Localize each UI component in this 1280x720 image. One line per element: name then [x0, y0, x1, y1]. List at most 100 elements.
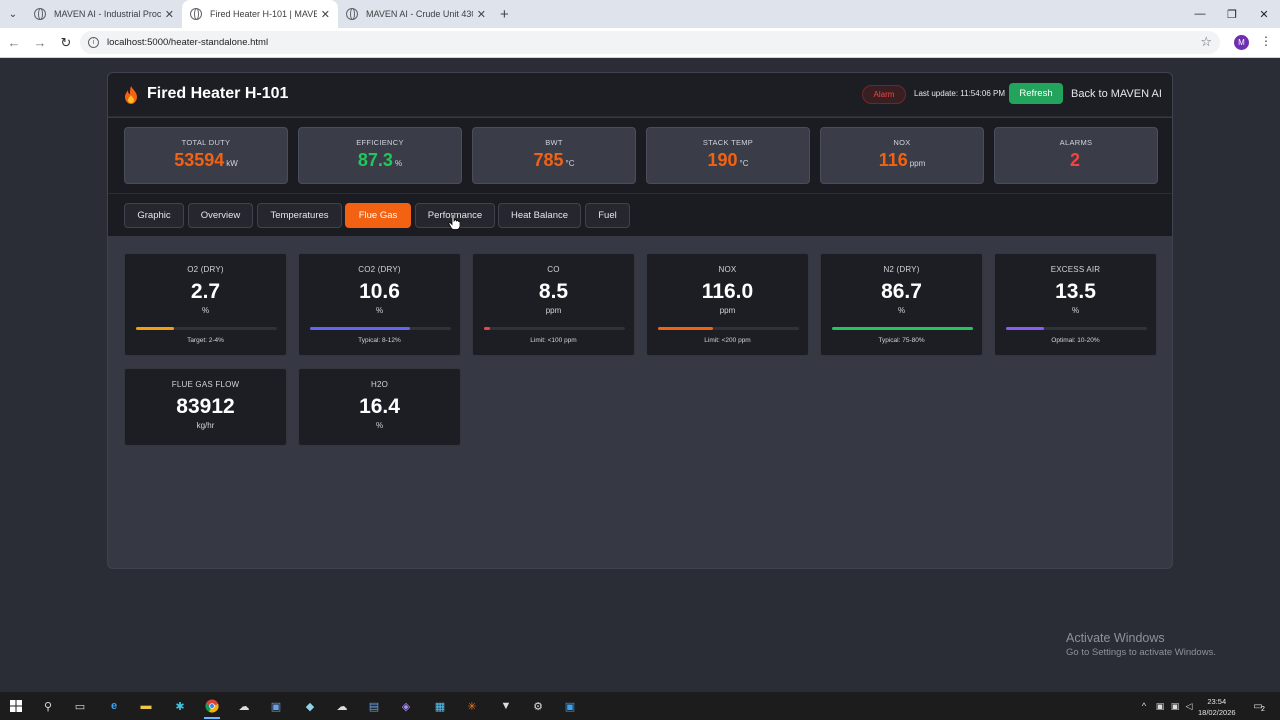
app-icon[interactable]: ▣ — [562, 698, 578, 714]
kpi-efficiency: EFFICIENCY 87.3% — [298, 127, 462, 184]
search-icon[interactable]: ⚲ — [40, 698, 56, 714]
flue-gas-card-o2: O2 (DRY) 2.7 % Target: 2-4% — [124, 253, 287, 356]
progress-track — [310, 327, 451, 330]
card-label: NOX — [718, 265, 737, 274]
taskbar-clock[interactable]: 23:54 18/02/2026 — [1198, 696, 1236, 718]
forward-arrow-icon[interactable]: → — [28, 31, 52, 55]
app-icon[interactable]: ☁ — [334, 698, 350, 714]
tray-app-icon[interactable]: ▣ — [1152, 698, 1168, 714]
browser-tab-crude[interactable]: MAVEN AI - Crude Unit 4301 ✕ — [338, 0, 494, 28]
kpi-unit: ppm — [909, 159, 926, 168]
file-explorer-icon[interactable]: ▬ — [138, 698, 154, 714]
card-value: 10.6 — [359, 280, 400, 303]
progress-fill — [310, 327, 411, 330]
card-value: 86.7 — [881, 280, 922, 303]
heater-dashboard: Fired Heater H-101 Alarm Last update: 11… — [107, 72, 1173, 569]
tab-temperatures[interactable]: Temperatures — [257, 203, 342, 228]
windows-taskbar: ⚲ ▭ e ▬ ✱ ☁ ▣ ◆ ☁ ▤ ◈ ▦ ✳ ▼ ⚙ ▣ ^ ▣ ▣ ◁ … — [0, 692, 1280, 720]
progress-track — [136, 327, 277, 330]
tray-chevron-up-icon[interactable]: ^ — [1136, 698, 1152, 714]
reload-icon[interactable]: ↻ — [54, 31, 78, 55]
progress-track — [484, 327, 625, 330]
alarm-status-badge[interactable]: Alarm — [862, 85, 906, 104]
tab-search-chevron-icon[interactable]: ⌄ — [0, 0, 26, 28]
app-icon[interactable]: ✱ — [172, 698, 188, 714]
page-title: Fired Heater H-101 — [147, 85, 289, 102]
watermark-line1: Activate Windows — [1066, 631, 1165, 645]
tab-title: MAVEN AI - Crude Unit 4301 — [366, 9, 473, 19]
kpi-label: EFFICIENCY — [356, 138, 404, 147]
kpi-value: 785 — [533, 150, 564, 170]
edge-browser-icon[interactable]: e — [106, 698, 122, 714]
card-unit: % — [375, 306, 384, 315]
progress-track — [658, 327, 799, 330]
card-value: 13.5 — [1055, 280, 1096, 303]
bookmark-star-icon[interactable]: ☆ — [1200, 34, 1212, 50]
dashboard-header: Fired Heater H-101 Alarm Last update: 11… — [108, 73, 1172, 117]
card-unit: % — [375, 421, 384, 430]
progress-fill — [484, 327, 490, 330]
tab-title: Fired Heater H-101 | MAVEN AI — [210, 9, 317, 19]
card-label: N2 (DRY) — [883, 265, 920, 274]
chrome-icon[interactable] — [204, 698, 220, 719]
tab-close-icon[interactable]: ✕ — [477, 8, 486, 21]
browser-menu-icon[interactable]: ⋮ — [1260, 34, 1272, 48]
progress-fill — [136, 327, 175, 330]
activate-windows-watermark: Activate Windows Go to Settings to activ… — [1066, 631, 1216, 658]
app-icon[interactable]: ▣ — [268, 698, 284, 714]
tab-graphic[interactable]: Graphic — [124, 203, 184, 228]
kpi-unit: kW — [226, 159, 238, 168]
tab-overview[interactable]: Overview — [188, 203, 253, 228]
kpi-label: NOX — [893, 138, 911, 147]
restore-icon[interactable]: ❐ — [1216, 0, 1248, 28]
tab-close-icon[interactable]: ✕ — [321, 8, 330, 21]
app-icon[interactable]: ▤ — [366, 698, 382, 714]
progress-track — [1006, 327, 1147, 330]
flue-gas-card-co: CO 8.5 ppm Limit: <100 ppm — [472, 253, 635, 356]
url-text: localhost:5000/heater-standalone.html — [107, 37, 269, 48]
kpi-value: 116 — [878, 150, 908, 170]
kpi-total-duty: TOTAL DUTY 53594 kW — [124, 127, 288, 184]
browser-tab-industrial[interactable]: MAVEN AI - Industrial Process C ✕ — [26, 0, 182, 28]
app-icon[interactable]: ▼ — [498, 698, 514, 714]
app-icon[interactable]: ◈ — [398, 698, 414, 714]
tab-heat-balance[interactable]: Heat Balance — [498, 203, 581, 228]
volume-icon[interactable]: ◁ — [1181, 698, 1197, 714]
tab-flue-gas[interactable]: Flue Gas — [345, 203, 411, 228]
app-icon[interactable]: ☁ — [236, 698, 252, 714]
tab-close-icon[interactable]: ✕ — [165, 8, 174, 21]
browser-tab-heater[interactable]: Fired Heater H-101 | MAVEN AI ✕ — [182, 0, 338, 28]
flue-gas-card-nox: NOX 116.0 ppm Limit: <200 ppm — [646, 253, 809, 356]
address-bar[interactable]: i localhost:5000/heater-standalone.html … — [80, 31, 1220, 54]
globe-icon — [346, 8, 358, 20]
app-icon[interactable]: ✳ — [464, 698, 480, 714]
card-value: 8.5 — [538, 280, 569, 303]
settings-gear-icon[interactable]: ⚙ — [530, 698, 546, 714]
close-window-icon[interactable]: ✕ — [1248, 0, 1280, 28]
kpi-bwt: BWT 785 °C — [472, 127, 636, 184]
kpi-label: STACK TEMP — [702, 138, 754, 147]
profile-avatar[interactable]: M — [1234, 35, 1249, 50]
minimize-icon[interactable]: — — [1184, 0, 1216, 28]
site-info-icon[interactable]: i — [88, 37, 99, 48]
app-icon[interactable]: ▦ — [432, 698, 448, 714]
card-note: Optimal: 10-20% — [1051, 337, 1100, 344]
progress-fill — [658, 327, 713, 330]
back-arrow-icon[interactable]: ← — [2, 31, 26, 55]
new-tab-plus-icon[interactable]: + — [500, 6, 509, 23]
window-controls: — ❐ ✕ — [1184, 0, 1280, 28]
back-to-maven-link[interactable]: Back to MAVEN AI — [1071, 88, 1162, 100]
card-unit: ppm — [719, 306, 736, 315]
card-label: CO — [547, 265, 560, 274]
refresh-button[interactable]: Refresh — [1009, 83, 1063, 104]
tab-fuel[interactable]: Fuel — [585, 203, 630, 228]
task-view-icon[interactable]: ▭ — [72, 698, 88, 714]
windows-start-icon[interactable] — [8, 698, 24, 714]
kpi-stack-temp: STACK TEMP 190 °C — [646, 127, 810, 184]
kpi-alarms: ALARMS 2 — [994, 127, 1158, 184]
card-note: Target: 2-4% — [187, 337, 224, 344]
progress-fill — [1006, 327, 1045, 330]
kpi-value: 53594 — [174, 150, 225, 170]
app-icon[interactable]: ◆ — [302, 698, 318, 714]
flue-gas-card-excess-air: EXCESS AIR 13.5 % Optimal: 10-20% — [994, 253, 1157, 356]
